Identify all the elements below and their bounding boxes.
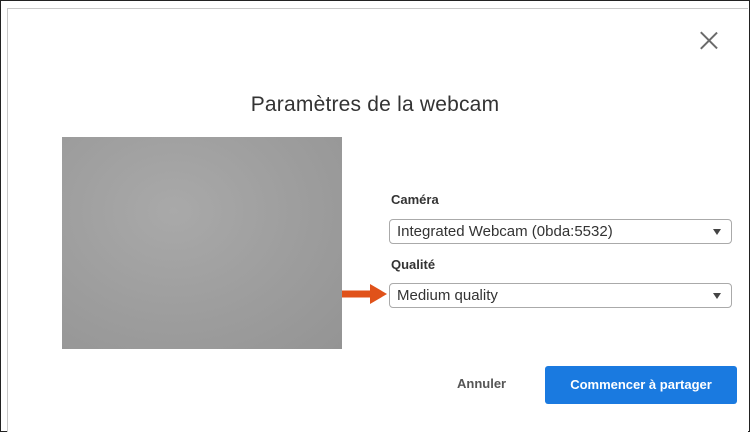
start-sharing-button[interactable]: Commencer à partager <box>545 366 737 404</box>
webcam-preview <box>62 137 342 349</box>
close-icon[interactable] <box>700 31 718 49</box>
camera-select-value: Integrated Webcam (0bda:5532) <box>397 223 613 240</box>
quality-select[interactable]: Medium quality <box>389 283 732 308</box>
arrow-right-icon <box>342 284 387 304</box>
chevron-down-icon <box>713 293 721 299</box>
chevron-down-icon <box>713 229 721 235</box>
quality-select-value: Medium quality <box>397 287 498 304</box>
camera-label: Caméra <box>391 192 439 207</box>
dialog-title: Paramètres de la webcam <box>250 93 500 116</box>
cancel-button[interactable]: Annuler <box>457 376 506 398</box>
quality-label: Qualité <box>391 257 436 272</box>
camera-select[interactable]: Integrated Webcam (0bda:5532) <box>389 219 732 244</box>
